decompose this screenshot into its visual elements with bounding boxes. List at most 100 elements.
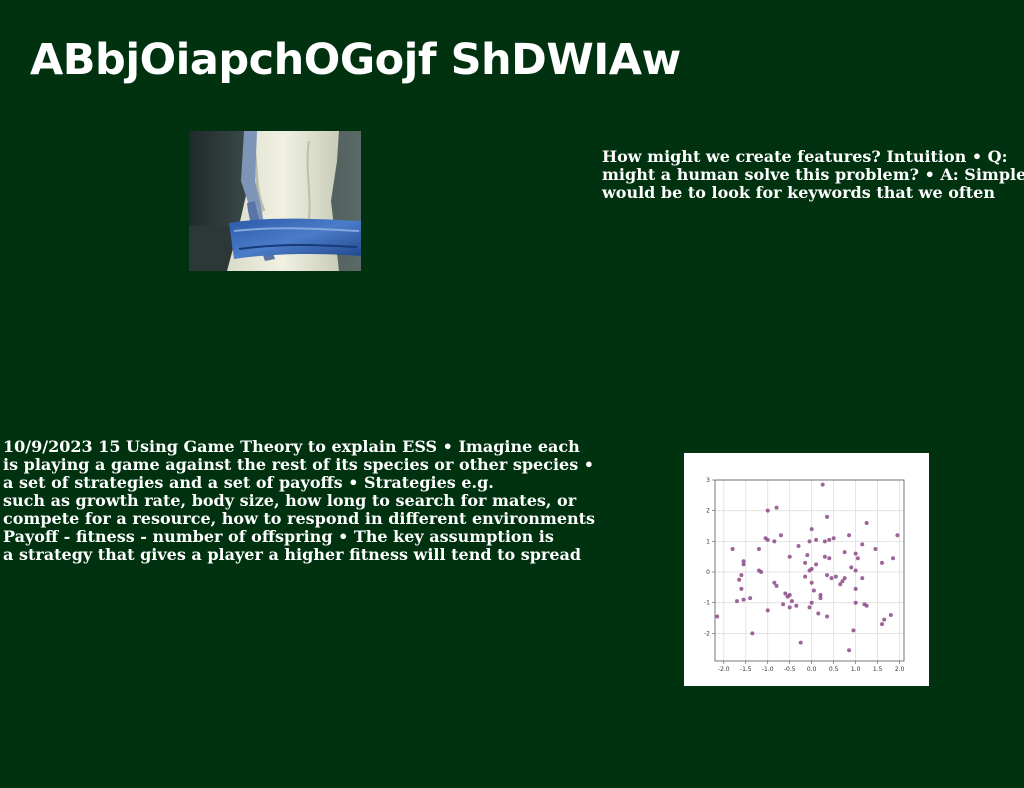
scatter-point: [730, 547, 735, 552]
scatter-point: [778, 533, 783, 538]
x-tick-label: 1.0: [851, 666, 861, 673]
text-line: 10/9/2023 15 Using Game Theory to explai…: [3, 437, 580, 456]
scatter-point: [750, 631, 755, 636]
scatter-plot-svg: -2.0 -1.5 -1.0 -0.5 0.0 0.5 1.0 1.5 2.0 3 2 1 0 -1 -2: [704, 477, 905, 673]
scatter-point: [822, 554, 827, 559]
slide-text-left: 10/9/2023 15 Using Game Theory to explai…: [3, 438, 595, 564]
scatter-point: [880, 622, 885, 627]
text-line: is playing a game against the rest of it…: [3, 455, 595, 474]
scatter-point: [781, 602, 786, 607]
scatter-point: [873, 547, 878, 552]
y-tick-label: -1: [704, 600, 710, 607]
scatter-point: [853, 551, 858, 556]
scatter-point: [765, 537, 770, 542]
scatter-point: [825, 514, 830, 519]
scatter-point: [807, 605, 812, 610]
scatter-plot: -2.0 -1.5 -1.0 -0.5 0.0 0.5 1.0 1.5 2.0 3 2 1 0 -1 -2: [684, 453, 929, 686]
y-tick-label: 0: [706, 569, 710, 576]
scatter-point: [756, 547, 761, 552]
scatter-point: [741, 597, 746, 602]
scatter-point: [831, 536, 836, 541]
scatter-point: [816, 611, 821, 616]
scatter-point: [772, 539, 777, 544]
x-tick-label: 2.0: [895, 666, 905, 673]
scatter-point: [798, 640, 803, 645]
y-tick-label: 2: [706, 508, 710, 515]
photo-figure-icon: [189, 131, 361, 271]
scatter-point: [807, 539, 812, 544]
x-tick-label: 1.5: [873, 666, 883, 673]
text-line: would be to look for keywords that we of…: [602, 183, 995, 202]
scatter-point: [774, 583, 779, 588]
scatter-point: [847, 533, 852, 538]
scatter-point: [748, 596, 753, 601]
scatter-point: [739, 573, 744, 578]
scatter-point: [851, 628, 856, 633]
scatter-point: [853, 568, 858, 573]
scatter-point: [785, 594, 790, 599]
page-title: ABbjOiapchOGojf ShDWIAw: [30, 35, 681, 85]
scatter-point: [774, 505, 779, 510]
scatter-point: [765, 608, 770, 613]
x-tick-label: -1.5: [740, 666, 752, 673]
scatter-point: [829, 576, 834, 581]
scatter-point: [855, 556, 860, 561]
text-line: might a human solve this problem? • A: S…: [602, 165, 1024, 184]
scatter-point: [759, 570, 764, 575]
scatter-point: [741, 562, 746, 567]
y-tick-label: 3: [706, 477, 710, 484]
scatter-point: [787, 605, 792, 610]
x-tick-label: 0.5: [829, 666, 839, 673]
scatter-point: [809, 527, 814, 532]
scatter-point: [838, 582, 843, 587]
scatter-point: [765, 508, 770, 513]
scatter-point: [847, 648, 852, 653]
scatter-point: [803, 560, 808, 565]
scatter-point: [818, 596, 823, 601]
scatter-point: [888, 612, 893, 617]
scatter-point: [864, 603, 869, 608]
scatter-point: [864, 520, 869, 525]
scatter-point: [814, 537, 819, 542]
scatter-point: [860, 576, 865, 581]
scatter-point: [814, 562, 819, 567]
text-line: compete for a resource, how to respond i…: [3, 509, 596, 528]
scatter-point: [796, 543, 801, 548]
x-tick-label: 0.0: [807, 666, 817, 673]
scatter-point: [789, 599, 794, 604]
text-line: Payoff - fitness - number of offspring •…: [3, 527, 554, 546]
text-line: How might we create features? Intuition …: [602, 147, 1008, 166]
scatter-point: [734, 599, 739, 604]
scatter-point: [842, 550, 847, 555]
scatter-point: [891, 556, 896, 561]
scatter-point: [803, 574, 808, 579]
scatter-point: [822, 539, 827, 544]
x-tick-label: -0.5: [784, 666, 796, 673]
scatter-point: [737, 577, 742, 582]
scatter-point: [794, 603, 799, 608]
scatter-point: [805, 553, 810, 558]
scatter-point: [809, 566, 814, 571]
slide-text-right: How might we create features? Intuition …: [602, 148, 1024, 202]
scatter-point: [825, 614, 830, 619]
scatter-point: [860, 542, 865, 547]
scatter-point: [811, 588, 816, 593]
text-line: such as growth rate, body size, how long…: [3, 491, 577, 510]
scatter-point: [787, 554, 792, 559]
scatter-point: [853, 600, 858, 605]
scatter-point: [809, 580, 814, 585]
scatter-point: [809, 600, 814, 605]
text-line: a strategy that gives a player a higher …: [3, 545, 582, 564]
text-line: a set of strategies and a set of payoffs…: [3, 473, 494, 492]
y-tick-label: -2: [704, 630, 710, 637]
scatter-point: [895, 533, 900, 538]
scatter-point: [853, 586, 858, 591]
scatter-point: [827, 537, 832, 542]
scatter-point: [825, 573, 830, 578]
photo-image: [189, 131, 361, 271]
x-tick-label: -1.0: [762, 666, 774, 673]
scatter-point: [739, 586, 744, 591]
scatter-point: [849, 565, 854, 570]
scatter-point: [880, 560, 885, 565]
x-tick-label: -2.0: [718, 666, 730, 673]
